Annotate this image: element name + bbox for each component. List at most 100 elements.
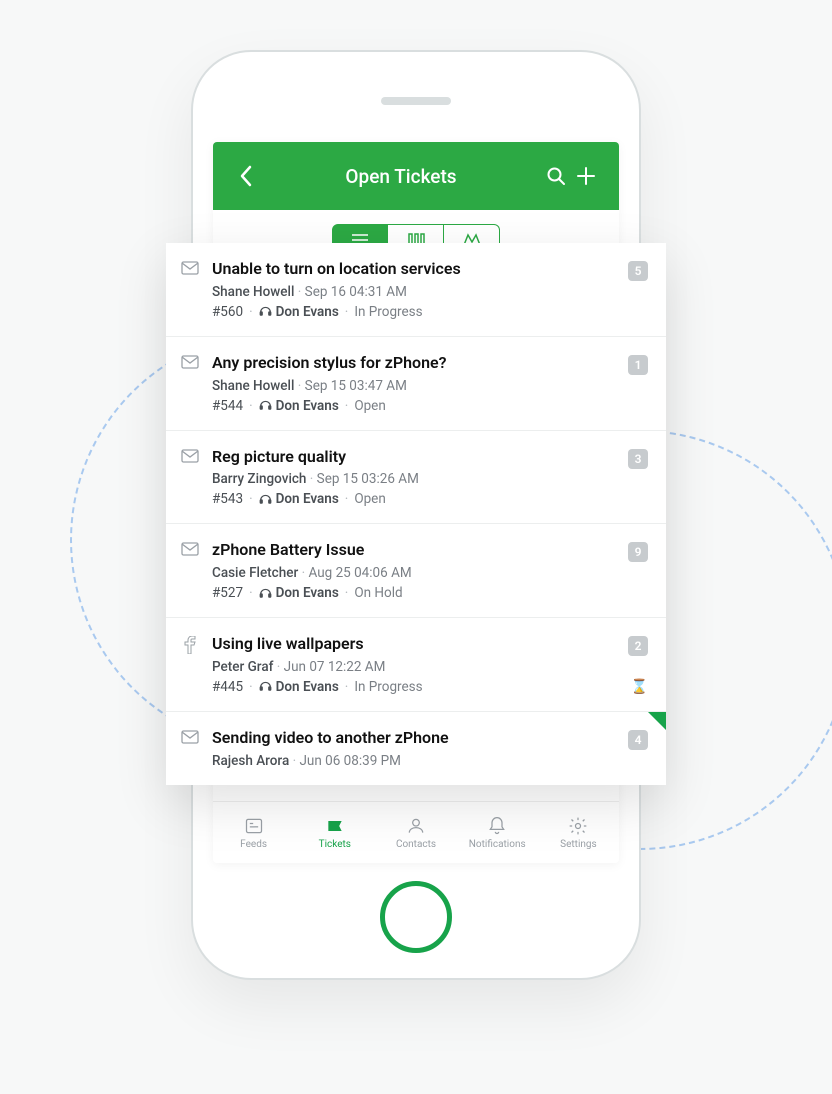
- separator: ·: [249, 491, 253, 507]
- nav-notifications[interactable]: Notifications: [457, 802, 538, 863]
- ticket-body: Any precision stylus for zPhone? Shane Ho…: [212, 353, 616, 414]
- ticket-title: Using live wallpapers: [212, 634, 616, 655]
- agent-name: Don Evans: [276, 304, 339, 320]
- ticket-detail-line: #543 · Don Evans · Open: [212, 491, 616, 507]
- ticket-agent: Don Evans: [259, 398, 339, 414]
- ticket-row[interactable]: Reg picture qualityBarry Zingovich · Sep…: [166, 431, 666, 525]
- mail-icon: [180, 353, 200, 414]
- ticket-row[interactable]: Sending video to another zPhone Rajesh Ar…: [166, 712, 666, 785]
- ticket-count-badge: 4: [628, 730, 648, 750]
- agent-name: Don Evans: [276, 491, 339, 507]
- ticket-list: Unable to turn on location services Shane…: [166, 243, 666, 785]
- ticket-title: Sending video to another zPhone: [212, 728, 616, 749]
- separator: ·: [249, 679, 253, 695]
- ticket-timestamp: Sep 15 03:47 AM: [305, 378, 407, 394]
- ticket-requester: Rajesh Arora: [212, 753, 289, 769]
- ticket-agent: Don Evans: [259, 679, 339, 695]
- ticket-body: Reg picture qualityBarry Zingovich · Sep…: [212, 447, 616, 508]
- ticket-timestamp: Jun 07 12:22 AM: [284, 659, 386, 675]
- ticket-meta-line: Rajesh Arora · Jun 06 08:39 PM: [212, 753, 616, 769]
- separator: ·: [345, 491, 349, 507]
- ticket-meta-line: Casie Fletcher · Aug 25 04:06 AM: [212, 565, 616, 581]
- ticket-detail-line: #445·Don Evans·In Progress: [212, 679, 616, 695]
- ticket-body: Using live wallpapers Peter Graf · Jun 07…: [212, 634, 616, 695]
- separator: ·: [345, 585, 349, 601]
- separator: ·: [249, 585, 253, 601]
- ticket-status: In Progress: [354, 304, 422, 320]
- ticket-row[interactable]: Using live wallpapers Peter Graf · Jun 07…: [166, 618, 666, 712]
- ticket-agent: Don Evans: [259, 585, 339, 601]
- ticket-row[interactable]: Unable to turn on location services Shane…: [166, 243, 666, 337]
- search-button[interactable]: [541, 166, 571, 186]
- ticket-status: On Hold: [354, 585, 402, 601]
- mail-icon: [180, 728, 200, 769]
- ticket-timestamp: Sep 16 04:31 AM: [305, 284, 407, 300]
- nav-label: Tickets: [319, 839, 351, 850]
- nav-feeds[interactable]: Feeds: [213, 802, 294, 863]
- ticket-requester: Shane Howell: [212, 284, 294, 300]
- separator: ·: [294, 284, 304, 300]
- phone-speaker: [381, 97, 451, 105]
- ticket-title: zPhone Battery Issue: [212, 540, 616, 561]
- ticket-meta-line: Peter Graf · Jun 07 12:22 AM: [212, 659, 616, 675]
- ticket-body: Unable to turn on location services Shane…: [212, 259, 616, 320]
- ticket-id: #560: [212, 304, 243, 320]
- facebook-icon: [180, 634, 200, 695]
- ticket-body: zPhone Battery Issue Casie Fletcher · Aug…: [212, 540, 616, 601]
- separator: ·: [294, 378, 304, 394]
- ticket-timestamp: Sep 15 03:26 AM: [317, 471, 419, 487]
- ticket-id: #544: [212, 398, 243, 414]
- ticket-title: Unable to turn on location services: [212, 259, 616, 280]
- separator: ·: [345, 304, 349, 320]
- ticket-count-badge: 3: [628, 449, 648, 469]
- ticket-status: Open: [354, 491, 385, 507]
- mail-icon: [180, 540, 200, 601]
- nav-tickets[interactable]: Tickets: [294, 802, 375, 863]
- overdue-hourglass-icon: ⌛: [631, 679, 648, 695]
- separator: ·: [289, 753, 299, 769]
- ticket-body: Sending video to another zPhone Rajesh Ar…: [212, 728, 616, 769]
- ticket-agent: Don Evans: [259, 304, 339, 320]
- separator: ·: [306, 471, 316, 487]
- separator: ·: [298, 565, 308, 581]
- ticket-requester: Shane Howell: [212, 378, 294, 394]
- ticket-detail-line: #544 · Don Evans · Open: [212, 398, 616, 414]
- ticket-id: #445: [212, 679, 243, 695]
- ticket-meta-line: Shane Howell · Sep 16 04:31 AM: [212, 284, 616, 300]
- separator: ·: [249, 304, 253, 320]
- ticket-id: #543: [212, 491, 243, 507]
- separator: ·: [273, 659, 283, 675]
- ticket-meta-line: Shane Howell · Sep 15 03:47 AM: [212, 378, 616, 394]
- separator: ·: [249, 398, 253, 414]
- phone-home-button: [380, 881, 452, 953]
- nav-label: Contacts: [396, 839, 436, 850]
- nav-contacts[interactable]: Contacts: [375, 802, 456, 863]
- ticket-requester: Casie Fletcher: [212, 565, 298, 581]
- nav-label: Feeds: [240, 839, 267, 850]
- add-button[interactable]: [571, 165, 601, 187]
- ticket-requester: Barry Zingovich: [212, 471, 306, 487]
- ticket-id: #527: [212, 585, 243, 601]
- ticket-row[interactable]: zPhone Battery Issue Casie Fletcher · Aug…: [166, 524, 666, 618]
- flag-corner-icon: [648, 712, 666, 730]
- nav-label: Settings: [560, 839, 597, 850]
- agent-name: Don Evans: [276, 679, 339, 695]
- back-button[interactable]: [231, 165, 261, 187]
- page-title: Open Tickets: [261, 165, 541, 188]
- nav-label: Notifications: [469, 839, 526, 850]
- ticket-meta-line: Barry Zingovich · Sep 15 03:26 AM: [212, 471, 616, 487]
- ticket-row[interactable]: Any precision stylus for zPhone? Shane Ho…: [166, 337, 666, 431]
- ticket-title: Any precision stylus for zPhone?: [212, 353, 616, 374]
- mail-icon: [180, 447, 200, 508]
- ticket-agent: Don Evans: [259, 491, 339, 507]
- nav-settings[interactable]: Settings: [538, 802, 619, 863]
- ticket-count-badge: 9: [628, 542, 648, 562]
- ticket-count-badge: 1: [628, 355, 648, 375]
- ticket-status: Open: [354, 398, 385, 414]
- ticket-count-badge: 5: [628, 261, 648, 281]
- separator: ·: [345, 398, 349, 414]
- app-header: Open Tickets: [213, 142, 619, 210]
- ticket-detail-line: #560 · Don Evans · In Progress: [212, 304, 616, 320]
- bottom-nav: Feeds Tickets Contacts Notifications Set…: [213, 801, 619, 863]
- ticket-requester: Peter Graf: [212, 659, 273, 675]
